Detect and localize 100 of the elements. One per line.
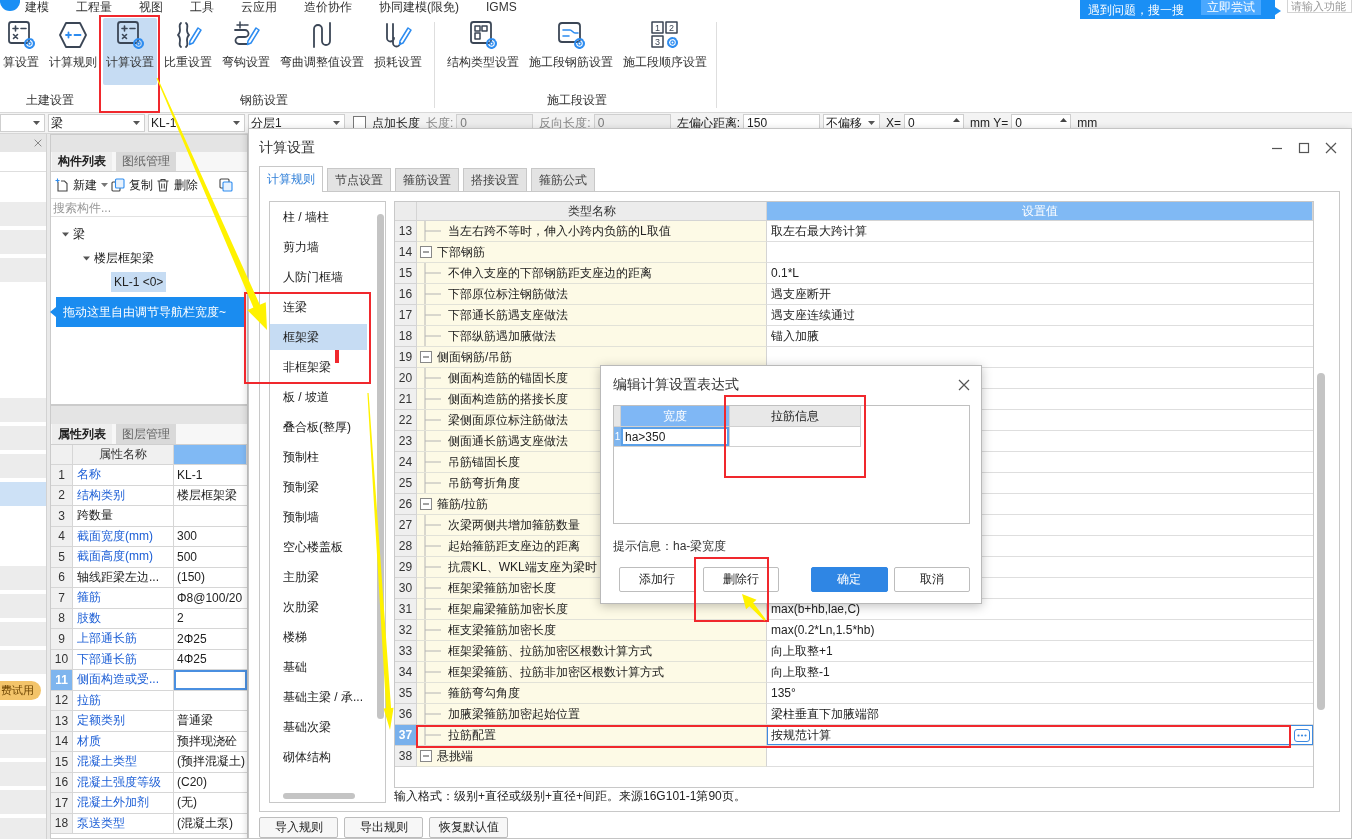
dialog-tab[interactable]: 搭接设置	[463, 168, 527, 191]
value-field[interactable]: 按规范计算	[767, 725, 1313, 746]
category-item[interactable]: 预制梁	[270, 474, 367, 500]
nav-item[interactable]	[0, 202, 46, 226]
ribbon-button[interactable]: 结构类型设置	[444, 18, 522, 85]
dropdown[interactable]: KL-1	[148, 114, 245, 132]
dialog-tab[interactable]: 节点设置	[327, 168, 391, 191]
dialog-button[interactable]: 导出规则	[344, 817, 423, 838]
scrollbar[interactable]	[283, 793, 355, 799]
category-item[interactable]: 预制墙	[270, 504, 367, 530]
ribbon-button[interactable]: 算设置	[0, 18, 42, 85]
nav-item[interactable]	[0, 818, 46, 839]
browse-button[interactable]	[1294, 728, 1310, 742]
ribbon-button[interactable]: 施工段钢筋设置	[526, 18, 616, 85]
nav-item[interactable]	[0, 790, 46, 814]
ribbon-button[interactable]: 损耗设置	[371, 18, 425, 85]
nav-item[interactable]	[0, 398, 46, 422]
category-item[interactable]: 基础主梁 / 承...	[270, 684, 367, 710]
nav-item[interactable]	[0, 454, 46, 478]
dialog-button[interactable]: 删除行	[702, 567, 779, 592]
dropdown[interactable]	[0, 114, 45, 132]
caret-icon[interactable]	[62, 230, 69, 238]
nav-item[interactable]	[0, 482, 46, 506]
dialog-button[interactable]: 导入规则	[259, 817, 338, 838]
category-item[interactable]: 人防门框墙	[270, 264, 367, 290]
category-item[interactable]: 空心楼盖板	[270, 534, 367, 560]
collapse-icon[interactable]	[420, 498, 432, 510]
panel-tab[interactable]: 属性列表	[52, 424, 112, 444]
dialog-button[interactable]: 添加行	[619, 567, 696, 592]
dialog-tab[interactable]: 箍筋公式	[531, 168, 595, 191]
category-item[interactable]: 叠合板(整厚)	[270, 414, 367, 440]
nav-item[interactable]	[0, 734, 46, 758]
category-item[interactable]: 基础次梁	[270, 714, 367, 740]
toolbar-button[interactable]: 复制	[111, 176, 153, 194]
tree-item[interactable]: 楼层框架梁	[80, 248, 157, 268]
maximize-icon[interactable]	[1298, 141, 1310, 154]
dialog-button[interactable]: 恢复默认值	[429, 817, 508, 838]
ribbon-button[interactable]: 弯钩设置	[219, 18, 273, 85]
category-item[interactable]: 次肋梁	[270, 594, 367, 620]
app-icon[interactable]	[0, 0, 20, 11]
category-item[interactable]: 柱 / 墙柱	[270, 204, 367, 230]
menu-tab[interactable]: IGMS	[486, 0, 517, 14]
ribbon-button[interactable]: 比重设置	[161, 18, 215, 85]
trial-badge[interactable]: 费试用	[0, 680, 41, 700]
dialog-tab[interactable]: 箍筋设置	[395, 168, 459, 191]
nav-item[interactable]	[0, 426, 46, 450]
toolbar-button[interactable]	[219, 178, 233, 192]
close-icon[interactable]	[958, 379, 970, 391]
value-field[interactable]	[174, 670, 247, 691]
function-search-field[interactable]: 请输入功能	[1287, 0, 1352, 13]
caret-icon[interactable]	[83, 254, 90, 262]
panel-tab[interactable]: 图层管理	[116, 424, 176, 444]
dropdown[interactable]: 梁	[48, 114, 145, 132]
dialog-button[interactable]: 取消	[893, 567, 970, 592]
category-item[interactable]: 剪力墙	[270, 234, 367, 260]
nav-item[interactable]	[0, 258, 46, 282]
expression-field[interactable]: ha>350	[621, 427, 730, 447]
collapse-icon[interactable]	[420, 750, 432, 762]
ribbon-button[interactable]: 计算设置	[103, 18, 157, 85]
ribbon-button[interactable]: 1 2 3 施工段顺序设置	[620, 18, 710, 85]
nav-item[interactable]	[0, 230, 46, 254]
spin-up-icon[interactable]	[953, 118, 961, 122]
category-item[interactable]: 非框架梁	[270, 354, 367, 380]
nav-item[interactable]	[0, 706, 46, 730]
collapse-icon[interactable]	[420, 351, 432, 363]
nav-item[interactable]	[0, 762, 46, 786]
panel-tab[interactable]: 构件列表	[52, 152, 112, 171]
scrollbar[interactable]	[1316, 373, 1325, 710]
collapse-icon[interactable]	[420, 246, 432, 258]
toolbar-button[interactable]: 删除	[156, 176, 198, 194]
ribbon-button[interactable]: 弯曲调整值设置	[277, 18, 367, 85]
category-item[interactable]: 连梁	[270, 294, 367, 320]
category-item[interactable]: 楼梯	[270, 624, 367, 650]
spin-up-icon[interactable]	[1060, 118, 1068, 122]
category-item[interactable]: 预制柱	[270, 444, 367, 470]
scrollbar[interactable]	[376, 214, 384, 719]
category-item[interactable]: 砌体结构	[270, 744, 367, 770]
category-item[interactable]: 框架梁	[270, 324, 367, 350]
search-field[interactable]: 搜索构件...	[51, 198, 247, 217]
dialog-button[interactable]: 确定	[811, 567, 888, 592]
nav-item[interactable]	[0, 566, 46, 590]
category-item[interactable]: 主肋梁	[270, 564, 367, 590]
menu-tab[interactable]: 工具	[190, 0, 214, 14]
nav-item[interactable]	[0, 622, 46, 646]
dialog-tab[interactable]: 计算规则	[259, 166, 323, 192]
menu-tab[interactable]: 造价协作	[304, 0, 352, 14]
close-icon[interactable]	[1325, 141, 1337, 154]
category-item[interactable]: 板 / 坡道	[270, 384, 367, 410]
menu-tab[interactable]: 工程量	[76, 0, 112, 14]
nav-item[interactable]	[0, 650, 46, 674]
menu-tab[interactable]: 协同建模(限免)	[379, 0, 459, 14]
tree-item[interactable]: KL-1 <0>	[111, 272, 167, 292]
menu-tab[interactable]: 建模	[25, 0, 49, 14]
panel-tab[interactable]: 图纸管理	[116, 152, 176, 171]
category-item[interactable]: 基础	[270, 654, 367, 680]
tree-item[interactable]: 梁	[59, 224, 88, 244]
toolbar-button[interactable]: 新建	[55, 176, 108, 194]
nav-item[interactable]	[0, 594, 46, 618]
ribbon-button[interactable]: 计算规则	[46, 18, 100, 85]
menu-tab[interactable]: 视图	[139, 0, 163, 14]
